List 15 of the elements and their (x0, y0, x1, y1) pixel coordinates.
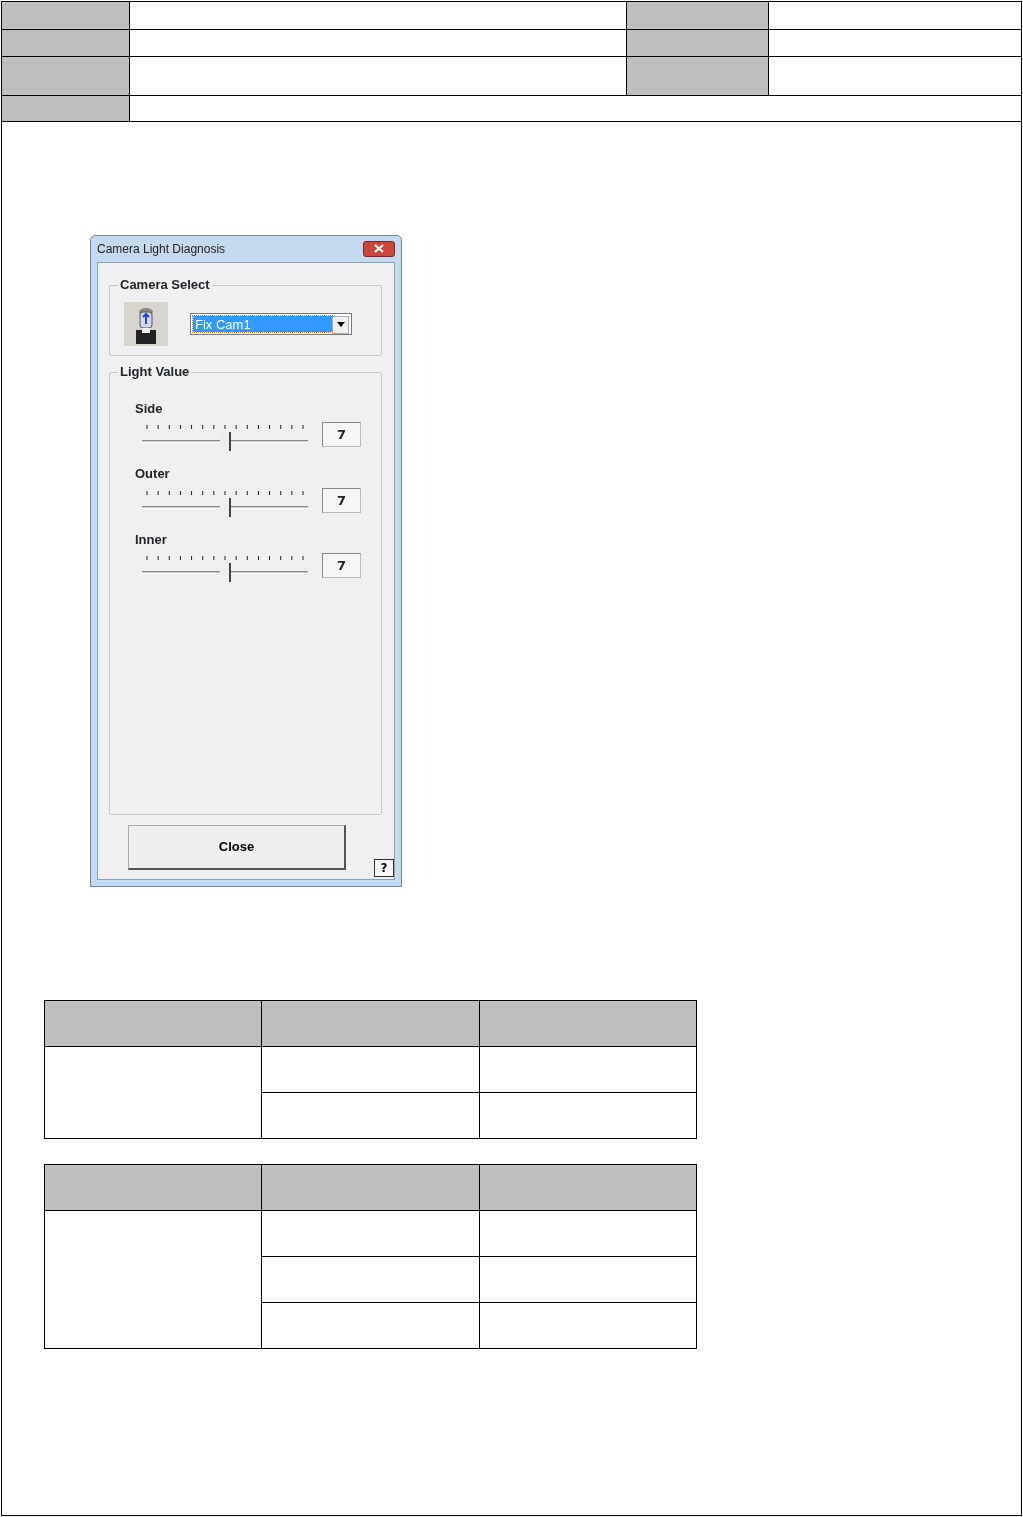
slider-label: Inner (135, 530, 168, 549)
value-field: 7 (322, 422, 361, 447)
close-button[interactable]: Close (128, 824, 346, 870)
slider[interactable] (142, 422, 308, 450)
help-button[interactable]: ? (374, 858, 394, 877)
slider-label: Outer (135, 465, 171, 483)
close-icon (374, 244, 384, 253)
camera-icon (124, 301, 168, 346)
window-title: Camera Light Diagnosis (97, 240, 226, 258)
slider[interactable] (142, 553, 308, 581)
caret-icon (336, 322, 345, 327)
value-field: 7 (322, 553, 361, 578)
close-button[interactable] (363, 240, 395, 257)
slider-label: Side (135, 399, 164, 418)
value-field: 7 (322, 487, 361, 513)
